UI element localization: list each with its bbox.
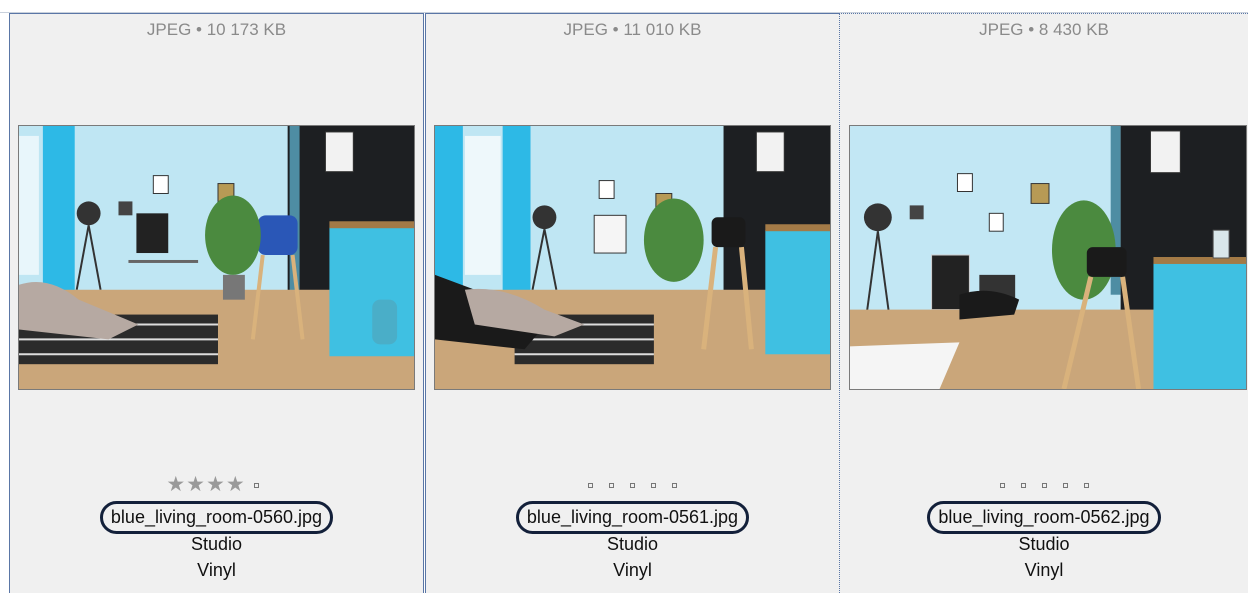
empty-star-icon[interactable]: [630, 482, 635, 488]
material-label: Vinyl: [1024, 560, 1064, 580]
star-rating[interactable]: [840, 474, 1248, 496]
empty-star-icon[interactable]: [651, 482, 656, 488]
empty-star-icon[interactable]: [1041, 482, 1047, 488]
star-icon[interactable]: ★: [186, 473, 206, 496]
thumbnail-card[interactable]: JPEG • 11 010 KB blue_living_room-0561.j…: [425, 13, 840, 593]
empty-star-icon[interactable]: [588, 482, 593, 488]
filename-label[interactable]: blue_living_room-0561.jpg: [426, 501, 839, 534]
empty-star-icon[interactable]: [1083, 482, 1089, 488]
thumbnail-card[interactable]: JPEG • 10 173 KB ★★★★ blue_living_room-0…: [9, 13, 424, 593]
star-icon[interactable]: ★: [226, 473, 246, 496]
material-label: Vinyl: [197, 560, 236, 580]
photo-thumbnail[interactable]: [434, 125, 831, 390]
star-icon[interactable]: ★: [206, 473, 226, 496]
empty-star-icon[interactable]: [253, 482, 259, 488]
empty-star-icon[interactable]: [999, 482, 1005, 488]
empty-star-icon[interactable]: [1020, 482, 1026, 488]
thumbnail-card[interactable]: JPEG • 8 430 KB blue_living_room-0562.jp…: [839, 13, 1248, 593]
star-icon[interactable]: ★: [166, 473, 186, 496]
style-label: Studio: [1018, 534, 1070, 554]
file-meta: JPEG • 10 173 KB: [146, 20, 287, 39]
style-label: Studio: [606, 534, 659, 554]
star-rating[interactable]: ★★★★: [10, 474, 423, 496]
empty-star-icon[interactable]: [672, 482, 677, 488]
material-label: Vinyl: [613, 560, 652, 580]
photo-thumbnail[interactable]: [18, 125, 415, 390]
style-label: Studio: [190, 534, 243, 554]
filename-label[interactable]: blue_living_room-0562.jpg: [840, 501, 1248, 534]
star-rating[interactable]: [426, 474, 839, 496]
empty-star-icon[interactable]: [609, 482, 614, 488]
photo-thumbnail[interactable]: [849, 125, 1247, 390]
file-meta: JPEG • 11 010 KB: [563, 20, 702, 39]
empty-star-icon[interactable]: [1062, 482, 1068, 488]
filename-label[interactable]: blue_living_room-0560.jpg: [10, 501, 423, 534]
file-meta: JPEG • 8 430 KB: [979, 20, 1109, 39]
